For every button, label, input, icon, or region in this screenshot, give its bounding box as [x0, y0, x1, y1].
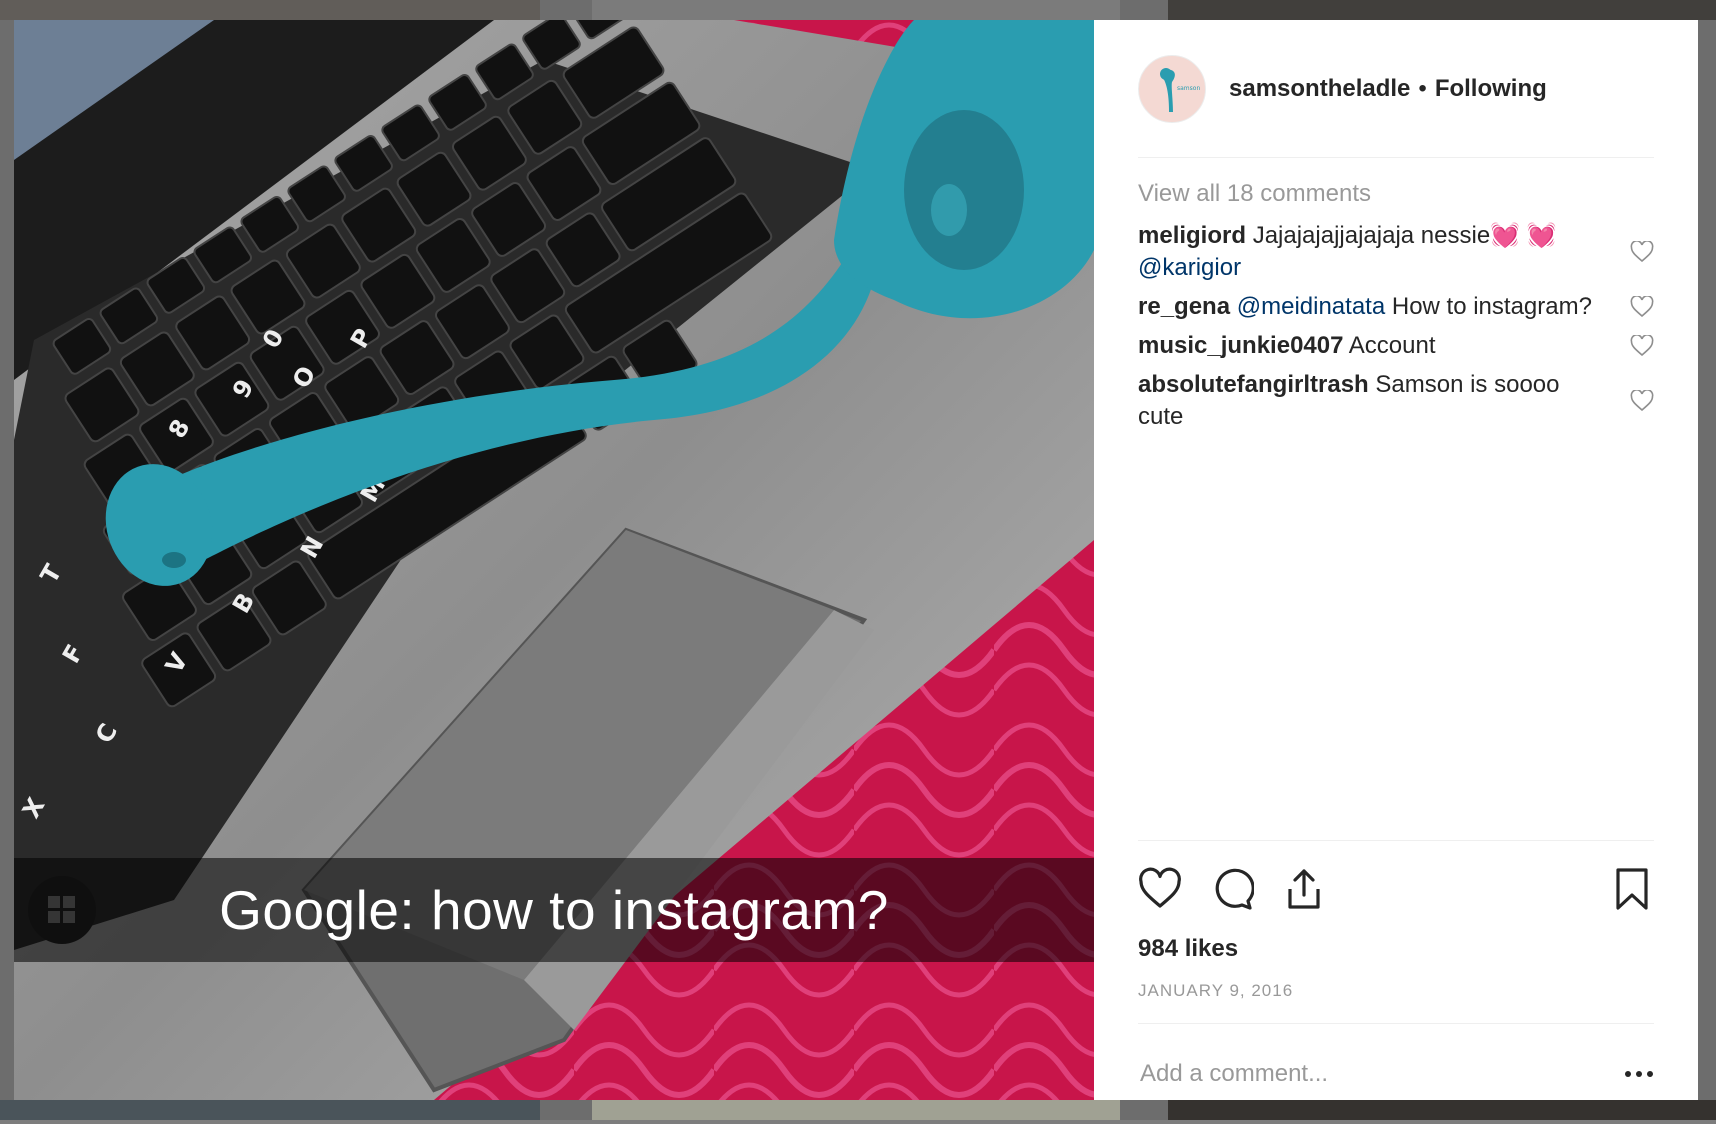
comment-like-heart-icon[interactable] — [1630, 335, 1654, 357]
avatar[interactable]: samson — [1138, 54, 1206, 123]
post-details-panel: samson samsontheladle • Following View a… — [1094, 20, 1698, 1100]
comment-username[interactable]: music_junkie0407 — [1138, 332, 1343, 359]
caption-overlay: Google: how to instagram? — [14, 858, 1094, 962]
view-all-comments-link[interactable]: View all 18 comments — [1138, 180, 1654, 208]
comment-like-heart-icon[interactable] — [1630, 390, 1654, 412]
heart-icon[interactable] — [1138, 867, 1182, 911]
following-button[interactable]: Following — [1435, 75, 1547, 103]
ladle-logo-icon: samson — [1160, 67, 1200, 112]
comment-mention[interactable]: @karigior — [1138, 254, 1241, 281]
comment-like-heart-icon[interactable] — [1630, 241, 1654, 263]
svg-text:samson: samson — [1177, 85, 1200, 92]
comment-text: How to instagram? — [1385, 293, 1592, 320]
post-actions: 984 likes JANUARY 9, 2016 — [1138, 840, 1654, 1124]
likes-count[interactable]: 984 likes — [1138, 935, 1654, 963]
comment-item: absolutefangirltrash Samson is soooo cut… — [1138, 369, 1654, 433]
comment-item: re_gena @meidinatata How to instagram? — [1138, 291, 1654, 323]
caption-text: Google: how to instagram? — [219, 879, 889, 941]
more-options-icon[interactable] — [1624, 1069, 1654, 1079]
bookmark-icon[interactable] — [1610, 867, 1654, 911]
comment-username[interactable]: absolutefangirltrash — [1138, 371, 1369, 398]
share-icon[interactable] — [1282, 867, 1326, 911]
comment-text: Account — [1348, 332, 1436, 359]
post-header: samson samsontheladle • Following — [1138, 20, 1654, 158]
comment-item: music_junkie0407 Account — [1138, 330, 1654, 362]
post-modal: X C V B N M F T J O P 9 0 8 — [14, 20, 1698, 1100]
action-bar — [1138, 849, 1654, 929]
comments-list: View all 18 comments meligiord Jajajajaj… — [1138, 158, 1654, 433]
header-username[interactable]: samsontheladle — [1229, 75, 1410, 103]
comment-item: meligiord Jajajajajjajajaja nessie💓 💓 @k… — [1138, 220, 1654, 284]
comment-like-heart-icon[interactable] — [1630, 296, 1654, 318]
comment-username[interactable]: meligiord — [1138, 222, 1246, 249]
comment-icon[interactable] — [1210, 867, 1254, 911]
comment-username[interactable]: re_gena — [1138, 293, 1230, 320]
add-comment-bar — [1138, 1024, 1654, 1124]
comment-text: Jajajajajjajajaja nessie💓 💓 — [1252, 222, 1557, 249]
post-date: JANUARY 9, 2016 — [1138, 981, 1654, 1024]
comment-mention[interactable]: @meidinatata — [1237, 293, 1385, 320]
post-photo[interactable]: X C V B N M F T J O P 9 0 8 — [14, 20, 1094, 1100]
add-comment-input[interactable] — [1138, 1059, 1624, 1089]
header-separator: • — [1418, 74, 1427, 102]
